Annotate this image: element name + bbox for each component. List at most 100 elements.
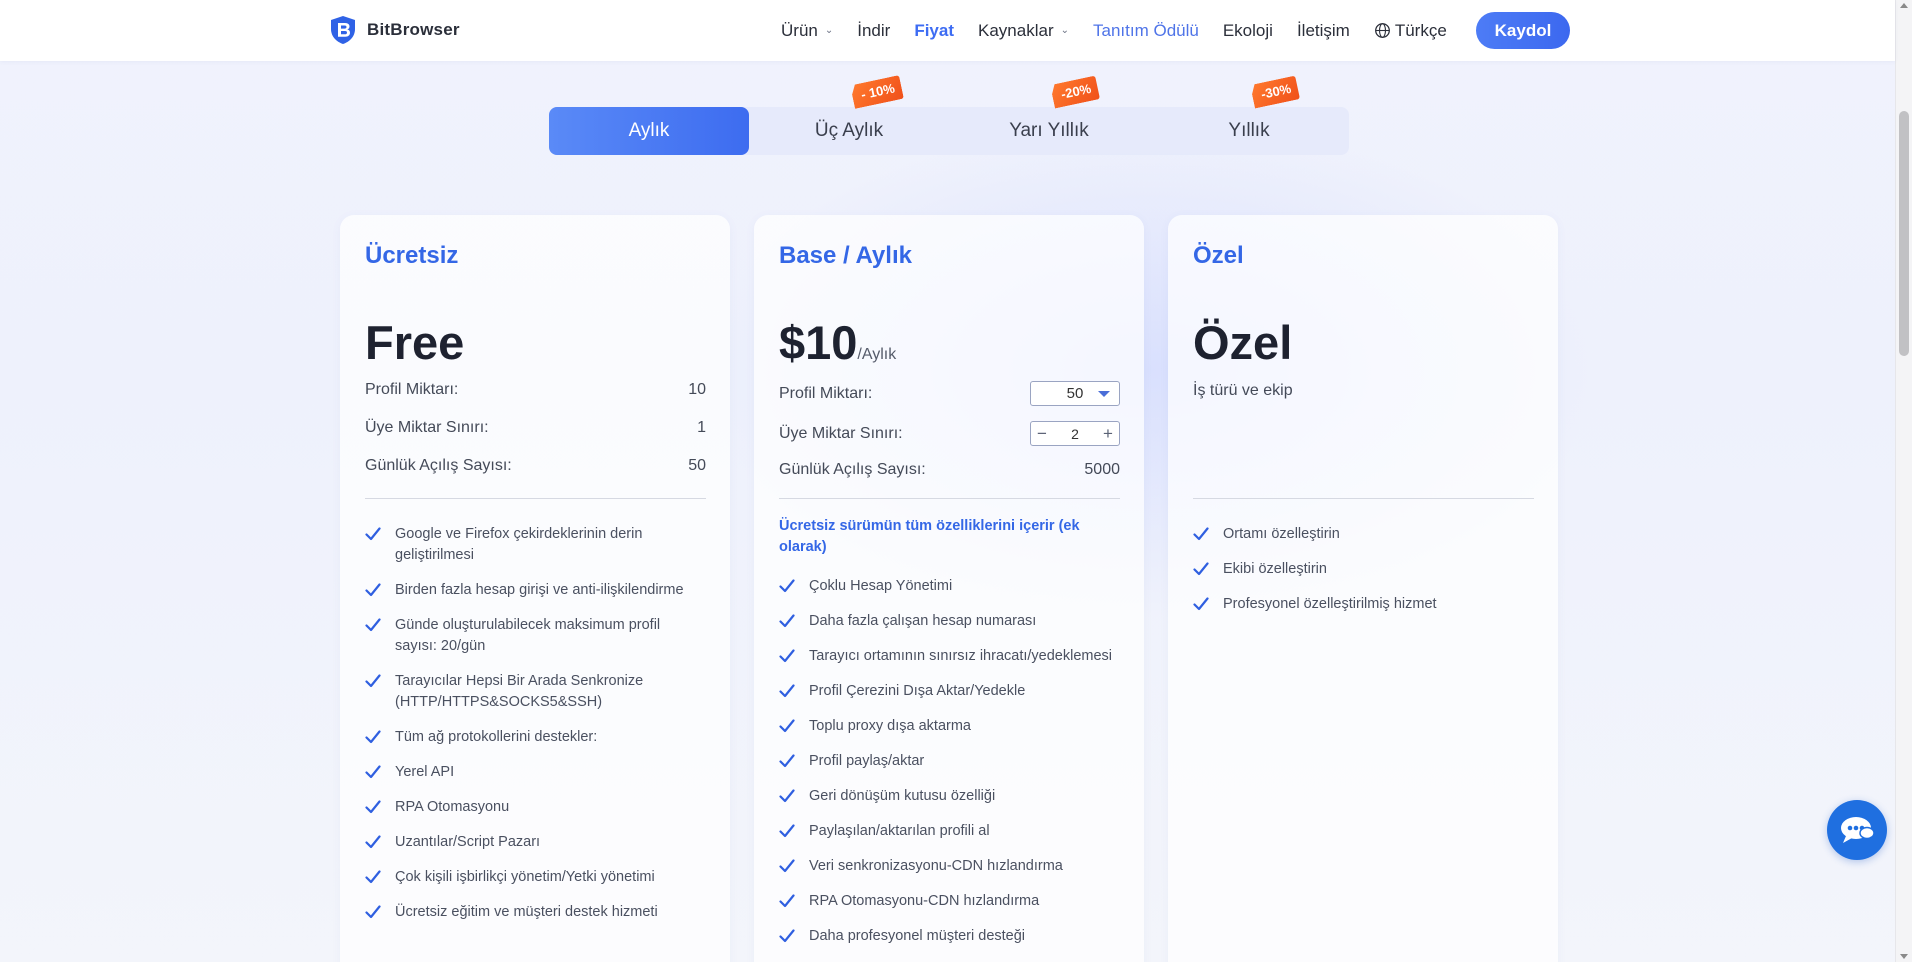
check-icon — [365, 835, 381, 849]
logo[interactable]: BitBrowser — [327, 14, 460, 46]
feature-item: Ücretsiz eğitim ve müşteri destek hizmet… — [365, 902, 706, 923]
row-label: Günlük Açılış Sayısı: — [365, 457, 512, 474]
plan-subtitle: İş türü ve ekip — [1193, 382, 1293, 399]
nav-urun[interactable]: Ürün ⌄ — [781, 21, 833, 41]
check-icon — [779, 754, 795, 768]
feature-text: Ekibi özelleştirin — [1223, 561, 1327, 577]
feature-item: Veri senkronizasyonu-CDN hızlandırma — [779, 856, 1120, 877]
feature-item: Profil Çerezini Dışa Aktar/Yedekle — [779, 681, 1120, 702]
tab-yari-yillik[interactable]: Yarı Yıllık -20% — [949, 107, 1149, 155]
chevron-down-icon: ⌄ — [824, 25, 834, 36]
feature-item: RPA Otomasyonu — [365, 797, 706, 818]
stepper-value[interactable]: 2 — [1071, 426, 1079, 442]
feature-list: Çoklu Hesap Yönetimi Daha fazla çalışan h… — [779, 576, 1120, 961]
feature-text: Günde oluşturulabilecek maksimum profil … — [395, 617, 661, 654]
check-icon — [779, 579, 795, 593]
tab-uc-aylik-label: Üç Aylık — [814, 120, 884, 141]
feature-item: Profesyonel özelleştirilmiş hizmet — [1193, 594, 1534, 615]
feature-item: Toplu proxy dışa aktarma — [779, 716, 1120, 737]
row-value: 50 — [688, 457, 706, 474]
nav-fiyat[interactable]: Fiyat — [914, 21, 954, 41]
main-nav: Ürün ⌄ İndir Fiyat Kaynaklar ⌄ Tanıtım Ö… — [781, 0, 1471, 61]
nav-tanitim-odulu[interactable]: Tanıtım Ödülü — [1093, 21, 1199, 41]
nav-indir[interactable]: İndir — [857, 21, 890, 41]
check-icon — [365, 870, 381, 884]
member-quantity-stepper: − 2 + — [1030, 421, 1120, 446]
feature-item: Profil paylaş/aktar — [779, 751, 1120, 772]
row-value: 5000 — [1084, 461, 1120, 478]
chat-bubble-icon — [1841, 817, 1875, 843]
row-value: 10 — [688, 381, 706, 398]
nav-iletisim[interactable]: İletişim — [1297, 21, 1350, 41]
minus-icon[interactable]: − — [1037, 425, 1047, 442]
feature-text: Daha profesyonel müşteri desteği — [809, 928, 1026, 944]
feature-item: Tarayıcılar Hepsi Bir Arada Senkronize (… — [365, 671, 706, 713]
nav-kaynaklar-label: Kaynaklar — [978, 20, 1054, 40]
feature-list: Ortamı özelleştirin Ekibi özelleştirin Pro… — [1193, 524, 1534, 629]
profile-quantity-select[interactable]: 50 — [1030, 381, 1120, 406]
feature-item: Paylaşılan/aktarılan profili al — [779, 821, 1120, 842]
discount-badge: -30% — [1250, 75, 1300, 108]
check-icon — [1193, 527, 1209, 541]
nav-kaynaklar[interactable]: Kaynaklar ⌄ — [978, 21, 1069, 41]
check-icon — [365, 905, 381, 919]
tab-uc-aylik[interactable]: Üç Aylık - 10% — [749, 107, 949, 155]
feature-item: Tüm ağ protokollerini destekler: — [365, 727, 706, 748]
feature-text: RPA Otomasyonu — [395, 799, 510, 815]
feature-text: Google ve Firefox çekirdeklerinin derin … — [395, 526, 643, 563]
price-amount: $10 — [779, 316, 858, 369]
check-icon — [779, 894, 795, 908]
feature-item: Geri dönüşüm kutusu özelliği — [779, 786, 1120, 807]
feature-item: Ekibi özelleştirin — [1193, 559, 1534, 580]
site-header: BitBrowser Ürün ⌄ İndir Fiyat Kaynaklar … — [0, 0, 1895, 61]
feature-item: Çoklu Hesap Yönetimi — [779, 576, 1120, 597]
nav-urun-label: Ürün — [781, 20, 818, 40]
feature-text: Profesyonel özelleştirilmiş hizmet — [1223, 596, 1437, 612]
tab-aylik[interactable]: Aylık — [549, 107, 749, 155]
feature-text: Birden fazla hesap girişi ve anti-ilişki… — [395, 582, 684, 598]
check-icon — [779, 929, 795, 943]
feature-list: Google ve Firefox çekirdeklerinin derin … — [365, 524, 706, 937]
tab-yari-yillik-label: Yarı Yıllık — [1009, 120, 1089, 141]
plan-title: Ücretsiz — [365, 242, 459, 269]
nav-indir-label: İndir — [857, 20, 891, 40]
scroll-thumb[interactable] — [1899, 111, 1909, 356]
nav-tanitim-odulu-label: Tanıtım Ödülü — [1093, 20, 1199, 40]
language-selector[interactable]: Türkçe — [1374, 21, 1447, 41]
feature-text: Tüm ağ protokollerini destekler: — [395, 729, 598, 745]
check-icon — [365, 583, 381, 597]
divider — [1193, 498, 1534, 499]
signup-button[interactable]: Kaydol — [1476, 12, 1570, 49]
feature-item: Çok kişili işbirlikçi yönetim/Yetki yöne… — [365, 867, 706, 888]
divider — [365, 498, 706, 499]
plan-price: Özel — [1193, 316, 1293, 369]
nav-ekoloji[interactable]: Ekoloji — [1223, 21, 1273, 41]
select-value: 50 — [1066, 385, 1084, 402]
feature-text: Uzantılar/Script Pazarı — [395, 834, 541, 850]
feature-text: Çoklu Hesap Yönetimi — [809, 578, 953, 594]
check-icon — [365, 618, 381, 632]
feature-text: Paylaşılan/aktarılan profili al — [809, 823, 990, 839]
row-label: Profil Miktarı: — [365, 381, 459, 398]
check-icon — [779, 614, 795, 628]
feature-text: Geri dönüşüm kutusu özelliği — [809, 788, 996, 804]
chat-support-button[interactable] — [1827, 800, 1887, 860]
scroll-up-arrow-icon[interactable] — [1900, 3, 1908, 8]
feature-item: Tarayıcı ortamının sınırsız ihracatı/yed… — [779, 646, 1120, 667]
nav-fiyat-label: Fiyat — [914, 20, 955, 40]
globe-icon — [1374, 23, 1390, 38]
check-icon — [779, 789, 795, 803]
feature-text: Veri senkronizasyonu-CDN hızlandırma — [809, 858, 1063, 874]
caret-down-icon — [1098, 391, 1110, 397]
check-icon — [779, 859, 795, 873]
bitbrowser-logo-icon — [331, 16, 355, 44]
feature-text: Profil paylaş/aktar — [809, 753, 925, 769]
plus-icon[interactable]: + — [1103, 425, 1113, 442]
billing-period-tabs: Aylık Üç Aylık - 10% Yarı Yıllık -20% Yı… — [549, 107, 1349, 155]
page-scrollbar[interactable] — [1895, 0, 1912, 962]
scroll-down-arrow-icon[interactable] — [1900, 954, 1908, 959]
check-icon — [779, 649, 795, 663]
check-icon — [779, 719, 795, 733]
plan-title: Base / Aylık — [779, 242, 912, 269]
tab-yillik[interactable]: Yıllık -30% — [1149, 107, 1349, 155]
